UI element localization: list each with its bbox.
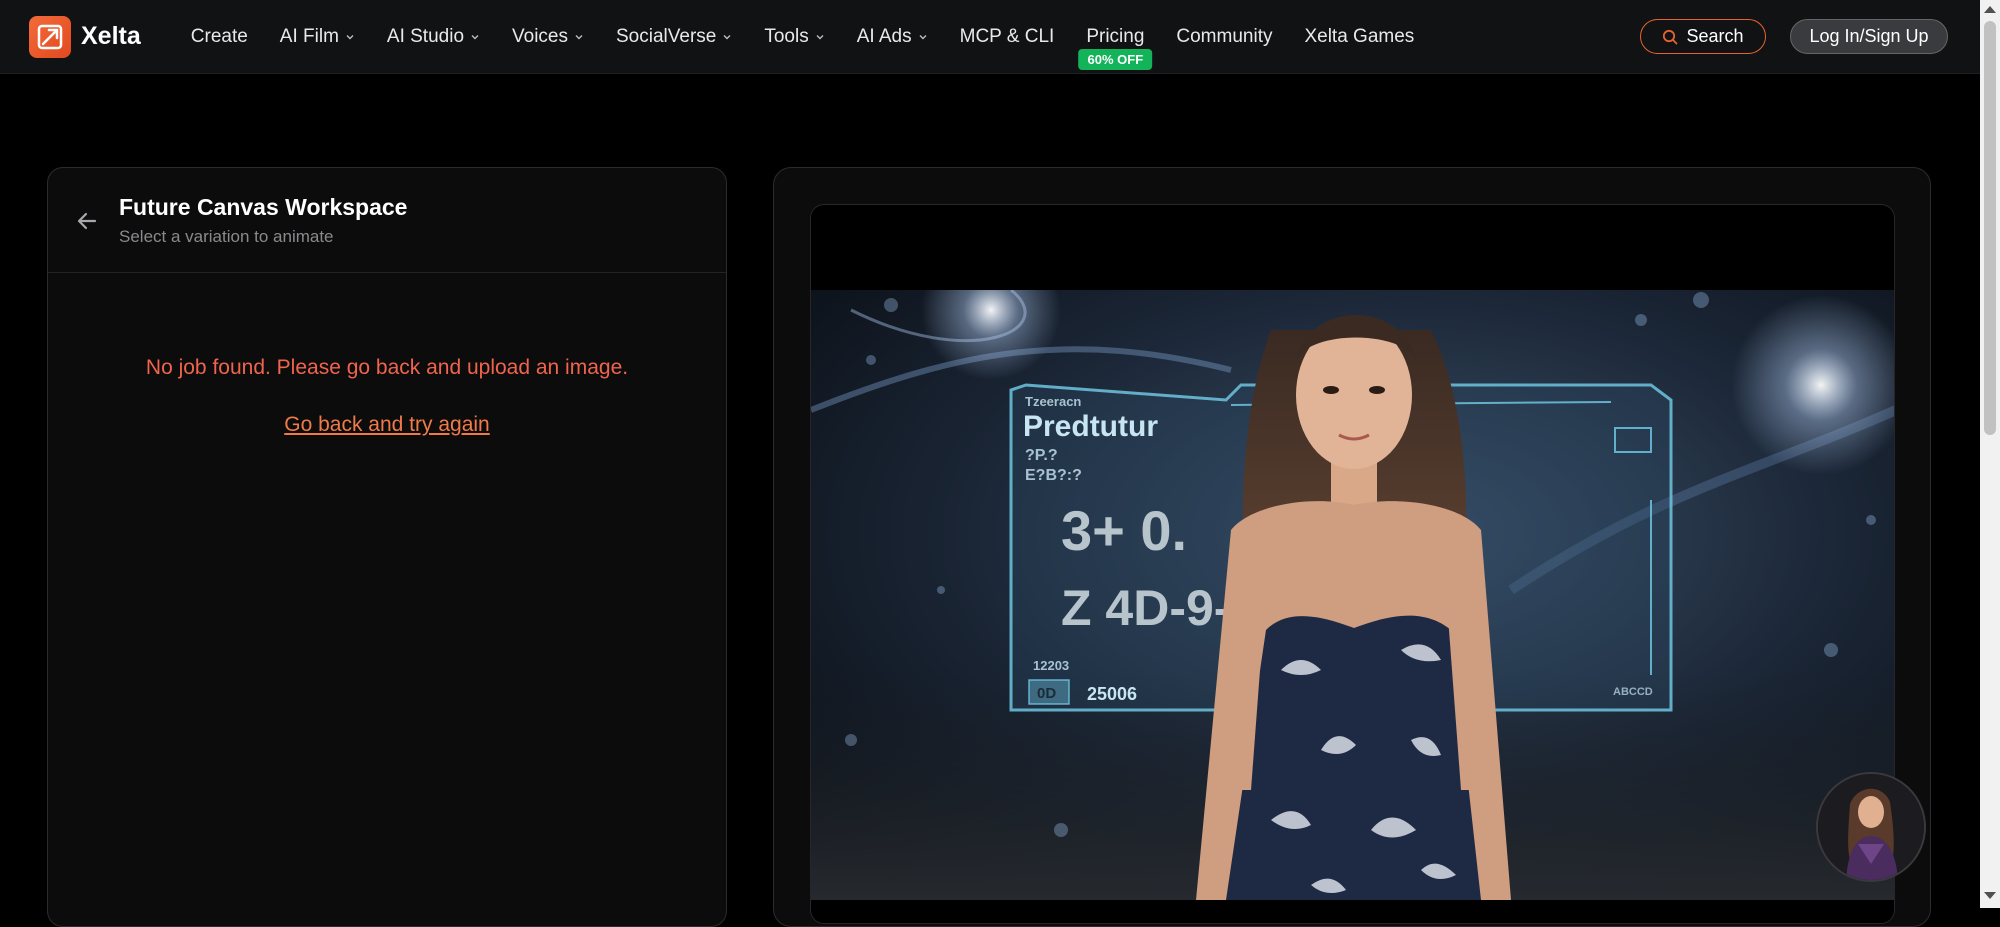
- error-message: No job found. Please go back and upload …: [145, 356, 629, 379]
- workspace-subtitle: Select a variation to animate: [119, 227, 334, 246]
- chevron-down-icon: [575, 34, 583, 39]
- image-preview: Tzeeracn Predtutur ?P.? E?B?:? 3+ 0. Z 4…: [810, 204, 1895, 924]
- nav-item-label: Xelta Games: [1304, 25, 1415, 47]
- hud-text-6: Z 4D-9-: [1061, 580, 1230, 636]
- workspace-title: Future Canvas Workspace: [119, 194, 408, 220]
- chevron-down-icon: [816, 34, 824, 39]
- chevron-down-icon: [919, 34, 927, 39]
- brand-logo[interactable]: Xelta: [29, 15, 141, 58]
- nav-item-ai-film[interactable]: AI Film: [280, 0, 355, 73]
- scroll-down-arrow-icon[interactable]: [1984, 892, 1996, 899]
- nav-item-label: AI Studio: [386, 25, 465, 47]
- brand-name: Xelta: [81, 22, 141, 50]
- nav-item-ai-ads[interactable]: AI Ads: [857, 0, 928, 73]
- nav-item-label: Voices: [512, 25, 568, 47]
- go-back-link[interactable]: Go back and try again: [48, 413, 726, 437]
- nav-item-label: Tools: [764, 25, 809, 47]
- xelta-logo-icon: [29, 15, 71, 58]
- workspace-panel: Future Canvas Workspace Select a variati…: [47, 167, 727, 927]
- nav-item-label: SocialVerse: [616, 25, 717, 47]
- top-navbar: Xelta Create AI Film AI Studio Voices Social…: [0, 0, 1980, 74]
- hud-text-4: E?B?:?: [1025, 467, 1082, 484]
- nav-item-label: AI Film: [279, 25, 339, 47]
- nav-item-pricing[interactable]: Pricing 60% OFF: [1078, 0, 1153, 73]
- nav-item-create[interactable]: Create: [191, 0, 248, 73]
- nav-item-label: Community: [1176, 25, 1273, 47]
- hud-text-3: ?P.?: [1025, 447, 1058, 464]
- search-button[interactable]: Search: [1640, 19, 1766, 54]
- search-icon: [1663, 29, 1678, 44]
- assistant-avatar-icon: [1818, 774, 1924, 880]
- hud-text-7: 12203: [1033, 658, 1069, 673]
- nav-item-socialverse[interactable]: SocialVerse: [616, 0, 732, 73]
- nav-item-community[interactable]: Community: [1176, 0, 1272, 73]
- assistant-avatar-button[interactable]: [1816, 772, 1926, 882]
- hud-text-1: Tzeeracn: [1025, 394, 1081, 409]
- preview-image: Tzeeracn Predtutur ?P.? E?B?:? 3+ 0. Z 4…: [811, 290, 1894, 900]
- nav-item-label: Create: [190, 25, 248, 47]
- nav-item-label: Pricing: [1086, 25, 1145, 47]
- hud-text-5: 3+ 0.: [1061, 499, 1187, 562]
- hud-text-9: 25006: [1087, 684, 1137, 704]
- hud-text-2: Predtutur: [1023, 410, 1158, 443]
- page-scrollbar[interactable]: [1980, 0, 2000, 908]
- hud-text-8: 0D: [1037, 685, 1056, 702]
- login-signup-button[interactable]: Log In/Sign Up: [1790, 19, 1948, 54]
- chevron-down-icon: [346, 34, 354, 39]
- nav-item-voices[interactable]: Voices: [512, 0, 584, 73]
- preview-panel: Tzeeracn Predtutur ?P.? E?B?:? 3+ 0. Z 4…: [773, 167, 1931, 927]
- chevron-down-icon: [471, 34, 479, 39]
- nav-item-tools[interactable]: Tools: [764, 0, 824, 73]
- workspace-header: Future Canvas Workspace Select a variati…: [48, 168, 726, 273]
- search-label: Search: [1686, 26, 1744, 46]
- nav-item-mcp-cli[interactable]: MCP & CLI: [960, 0, 1055, 73]
- scrollbar-thumb[interactable]: [1984, 21, 1996, 435]
- nav-item-ai-studio[interactable]: AI Studio: [387, 0, 480, 73]
- hud-text-10: ABCCD: [1613, 686, 1653, 698]
- back-arrow-icon[interactable]: [73, 207, 101, 235]
- nav-item-label: MCP & CLI: [959, 25, 1055, 47]
- discount-badge: 60% OFF: [1078, 49, 1153, 70]
- nav-item-label: AI Ads: [856, 25, 912, 47]
- scroll-up-arrow-icon[interactable]: [1984, 6, 1996, 13]
- nav-item-xelta-games[interactable]: Xelta Games: [1304, 0, 1414, 73]
- chevron-down-icon: [723, 34, 731, 39]
- main-menu: Create AI Film AI Studio Voices SocialVerse T…: [191, 0, 1447, 73]
